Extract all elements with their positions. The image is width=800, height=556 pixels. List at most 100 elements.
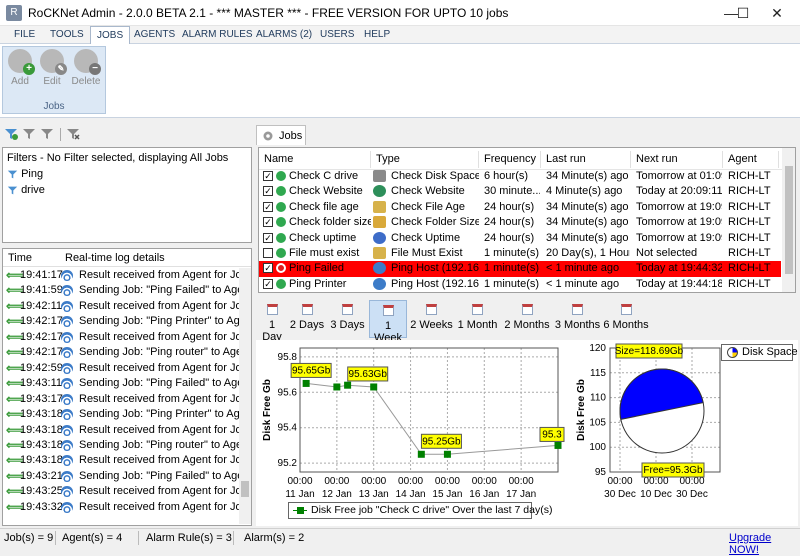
col-name[interactable]: Name (259, 151, 371, 168)
job-enabled-checkbox[interactable]: ✓ (263, 171, 273, 182)
log-row[interactable]: ⟸ 19:43:18 Result received from Agent for … (3, 423, 239, 438)
menu-jobs[interactable]: JOBS (90, 26, 131, 45)
close-button[interactable]: ✕ (754, 0, 800, 26)
filter-item[interactable]: drive (7, 184, 45, 198)
menu-file[interactable]: FILE (8, 26, 41, 44)
filter-add-icon[interactable] (4, 128, 18, 140)
delete-job-button[interactable]: − Delete (71, 49, 101, 87)
log-scroll-thumb[interactable] (241, 481, 249, 497)
menu-users[interactable]: USERS (314, 26, 360, 44)
data-point[interactable] (333, 383, 341, 391)
job-enabled-checkbox[interactable]: ✓ (263, 186, 273, 197)
range-button[interactable]: 1 Day (258, 300, 286, 343)
job-type-cell: Ping Host (192.16... (373, 261, 479, 276)
data-point[interactable] (370, 383, 378, 391)
col-agent[interactable]: Agent (723, 151, 779, 168)
job-enabled-checkbox[interactable]: ✓ (263, 263, 273, 274)
filter-delete-icon[interactable] (40, 128, 54, 140)
folder-icon (373, 216, 386, 229)
col-next-run[interactable]: Next run (631, 151, 723, 168)
log-panel: Time Real-time log details ⟸ 19:41:17 Resu… (2, 248, 252, 526)
log-row[interactable]: ⟸ 19:43:18 Sending Job: "Ping Printer" to … (3, 407, 239, 422)
data-point[interactable] (302, 379, 310, 387)
menu-agents[interactable]: AGENTS (128, 26, 181, 44)
calendar-icon (382, 305, 394, 316)
log-row[interactable]: ⟸ 19:43:18 Sending Job: "Ping router" to A… (3, 438, 239, 453)
log-scrollbar[interactable] (239, 268, 251, 524)
col-frequency[interactable]: Frequency (479, 151, 541, 168)
log-col-details[interactable]: Real-time log details (65, 252, 165, 264)
y-tick-label: 95.4 (278, 423, 298, 434)
log-row[interactable]: ⟸ 19:43:25 Result received from Agent for … (3, 484, 239, 499)
data-point[interactable] (344, 381, 352, 389)
receive-result-icon (61, 331, 73, 343)
log-time: 19:43:18 (20, 438, 63, 451)
job-row[interactable]: ✓ Ping Failed Ping Host (192.16... 1 minute… (259, 261, 781, 277)
menu-alarms[interactable]: ALARMS (2) (250, 26, 318, 44)
log-time: 19:42:17 (20, 330, 63, 343)
job-row[interactable]: ✓ Check uptime Check Uptime 24 hour(s) 34 Mi… (259, 231, 781, 246)
job-enabled-checkbox[interactable]: ✓ (263, 217, 273, 228)
job-row[interactable]: ✓ Check folder size Check Folder Size 24 ho… (259, 215, 781, 230)
plot-frame (299, 347, 559, 473)
filter-edit-icon[interactable] (22, 128, 36, 140)
log-row[interactable]: ⟸ 19:43:21 Sending Job: "Ping Failed" to A… (3, 469, 239, 484)
log-row[interactable]: ⟸ 19:41:59 Sending Job: "Ping Failed" to A… (3, 283, 239, 298)
job-row[interactable]: File must exist File Must Exist 1 minute(s… (259, 246, 781, 261)
tab-jobs[interactable]: Jobs (256, 125, 306, 145)
menu-help[interactable]: HELP (358, 26, 396, 44)
edit-job-button[interactable]: ✎ Edit (37, 49, 67, 87)
log-row[interactable]: ⟸ 19:42:11 Result received from Agent for … (3, 299, 239, 314)
job-row[interactable]: ✓ Check file age Check File Age 24 hour(s) 3… (259, 200, 781, 215)
filter-item[interactable]: Ping (7, 168, 43, 182)
data-point[interactable] (417, 450, 425, 458)
log-row[interactable]: ⟸ 19:43:17 Result received from Agent for … (3, 392, 239, 407)
log-row[interactable]: ⟸ 19:42:17 Result received from Agent for … (3, 330, 239, 345)
log-time: 19:43:17 (20, 392, 63, 405)
job-frequency: 30 minute... (484, 185, 540, 198)
jobs-scroll-thumb[interactable] (785, 166, 793, 274)
status-agents: Agent(s) = 4 (62, 532, 123, 544)
range-button[interactable]: 2 Weeks (410, 300, 453, 338)
job-enabled-checkbox[interactable] (263, 248, 273, 259)
menu-tools[interactable]: TOOLS (44, 26, 90, 44)
log-row[interactable]: ⟸ 19:42:17 Sending Job: "Ping Printer" to … (3, 314, 239, 329)
add-job-button[interactable]: + Add (5, 49, 35, 87)
log-row[interactable]: ⟸ 19:43:11 Sending Job: "Ping Failed" to A… (3, 376, 239, 391)
menu-alarm-rules[interactable]: ALARM RULES (176, 26, 259, 44)
log-col-time[interactable]: Time (8, 252, 32, 264)
range-button[interactable]: 1 Week (369, 300, 407, 344)
upgrade-link[interactable]: Upgrade NOW! (729, 532, 800, 556)
job-enabled-checkbox[interactable]: ✓ (263, 201, 273, 212)
range-button[interactable]: 6 Months (603, 300, 649, 338)
log-row[interactable]: ⟸ 19:41:17 Result received from Agent for … (3, 268, 239, 283)
job-row[interactable]: ✓ Ping Printer Ping Host (192.16... 1 minut… (259, 277, 781, 292)
range-button[interactable]: 2 Days (288, 300, 326, 338)
job-enabled-checkbox[interactable]: ✓ (263, 278, 273, 289)
job-name: File must exist (289, 247, 360, 259)
range-button[interactable]: 3 Months (554, 300, 601, 338)
data-label-text: 95.3 (542, 429, 562, 440)
log-row[interactable]: ⟸ 19:43:32 Result received from Agent for … (3, 500, 239, 515)
log-time: 19:43:18 (20, 423, 63, 436)
y-tick-label: 95.8 (278, 352, 298, 363)
range-button[interactable]: 3 Days (328, 300, 367, 338)
range-button[interactable]: 1 Month (455, 300, 500, 338)
log-row[interactable]: ⟸ 19:43:18 Result received from Agent for … (3, 453, 239, 468)
range-button[interactable]: 2 Months (502, 300, 552, 338)
col-last-run[interactable]: Last run (541, 151, 631, 168)
log-row[interactable]: ⟸ 19:42:17 Sending Job: "Ping router" to A… (3, 345, 239, 360)
status-alarm-rules: Alarm Rule(s) = 3 (146, 532, 232, 544)
job-row[interactable]: ✓ Check C drive Check Disk Space 6 hour(s) 3… (259, 169, 781, 184)
gear-delete-icon: − (74, 49, 101, 75)
col-type[interactable]: Type (371, 151, 479, 168)
jobs-scrollbar[interactable] (782, 148, 795, 292)
x-tick-date: 30 Dec (604, 489, 636, 500)
data-point[interactable] (443, 450, 451, 458)
log-row[interactable]: ⟸ 19:42:59 Result received from Agent for … (3, 361, 239, 376)
job-type: Check Website (391, 185, 465, 198)
filter-clear-icon[interactable] (66, 128, 80, 140)
job-enabled-checkbox[interactable]: ✓ (263, 232, 273, 243)
data-point[interactable] (554, 441, 562, 449)
job-row[interactable]: ✓ Check Website Check Website 30 minute... 4… (259, 184, 781, 199)
